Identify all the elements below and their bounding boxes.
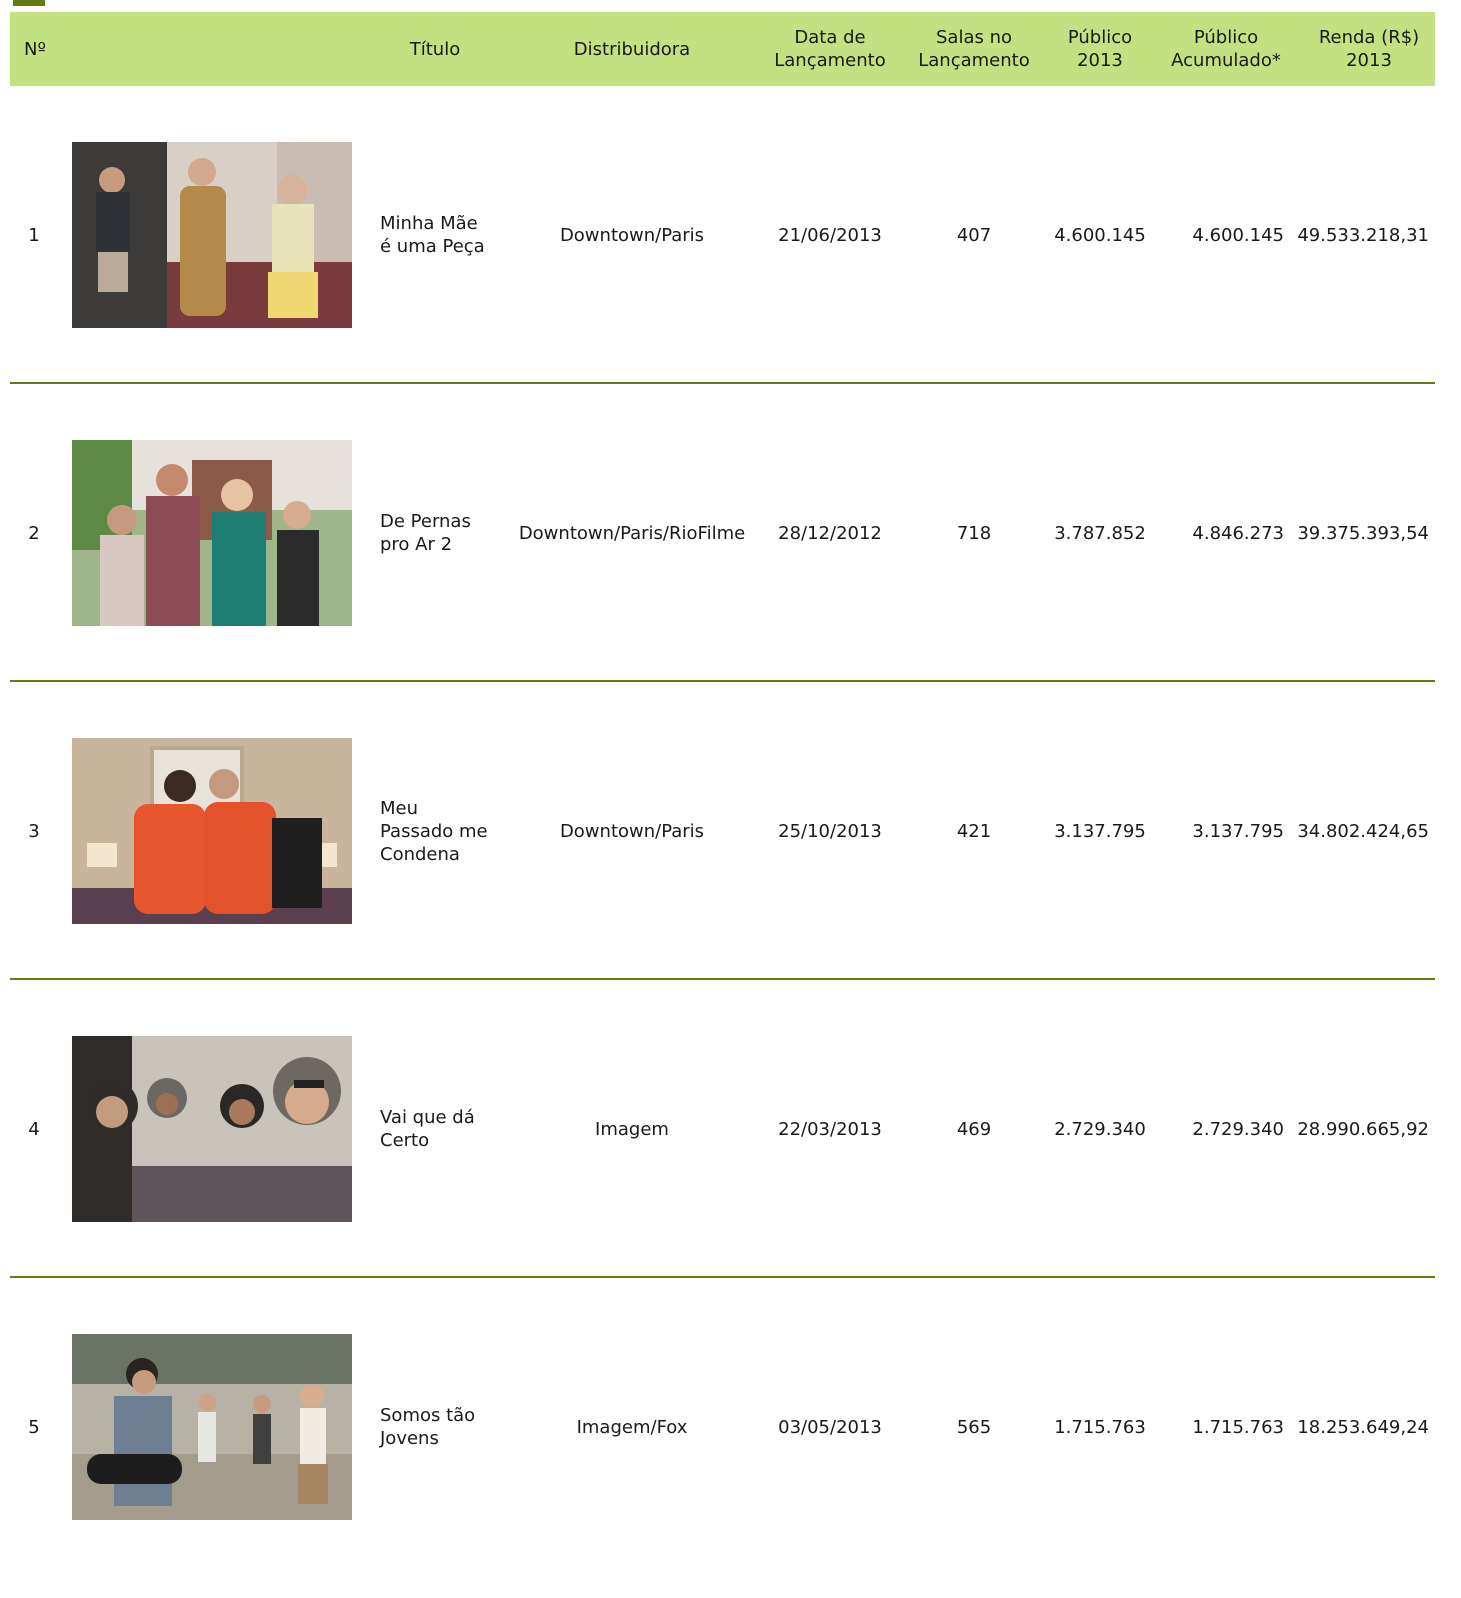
row-publico-2013: 2.729.340 [1054,1118,1146,1140]
row-titulo: Minha Mãe é uma Peça [380,213,485,257]
row-publico-2013: 4.600.145 [1054,224,1146,246]
row-data-lancamento: 25/10/2013 [778,820,882,842]
row-num: 5 [28,1416,40,1438]
row-titulo: De Pernas pro Ar 2 [380,511,471,555]
table-row: 5 Somos tão Jovens Imagem/Fox 03/05/2013… [10,1278,1435,1576]
row-renda: 49.533.218,31 [1297,224,1429,246]
film-still-minha-mae-e-uma-peca [72,142,352,328]
row-data-lancamento: 21/06/2013 [778,224,882,246]
film-still-meu-passado-me-condena-picture [72,738,352,924]
row-publico-acumulado: 2.729.340 [1192,1118,1284,1140]
film-still-de-pernas-pro-ar-2-picture [72,440,352,626]
row-publico-acumulado: 3.137.795 [1192,820,1284,842]
table-row: 2 De Pernas pro Ar 2 Downtown/Paris/RioF… [10,384,1435,682]
row-distribuidora: Imagem [595,1118,669,1140]
film-still-vai-que-da-certo-picture [72,1036,352,1222]
row-salas: 718 [956,522,992,544]
header-salas: Salas no Lançamento [918,27,1030,71]
row-renda: 39.375.393,54 [1297,522,1429,544]
row-num: 1 [28,224,40,246]
row-salas: 565 [956,1416,992,1438]
row-num: 4 [28,1118,40,1140]
row-publico-2013: 3.787.852 [1054,522,1146,544]
row-publico-acumulado: 4.846.273 [1192,522,1284,544]
row-salas: 421 [956,820,992,842]
row-distribuidora: Imagem/Fox [576,1416,688,1438]
row-data-lancamento: 03/05/2013 [778,1416,882,1438]
table-row: 1 Minha Mãe é uma Peça Downtown/Paris 21… [10,86,1435,384]
row-num: 2 [28,522,40,544]
row-num: 3 [28,820,40,842]
row-publico-2013: 3.137.795 [1054,820,1146,842]
row-publico-acumulado: 4.600.145 [1192,224,1284,246]
header-publico-2013: Público 2013 [1067,27,1133,71]
film-still-somos-tao-jovens [72,1334,352,1520]
row-titulo: Somos tão Jovens [380,1405,476,1449]
row-publico-2013: 1.715.763 [1054,1416,1146,1438]
header-titulo: Título [409,38,461,60]
row-salas: 469 [956,1118,992,1140]
header-renda: Renda (R$) 2013 [1318,27,1420,71]
header-distribuidora: Distribuidora [573,38,691,60]
header-num: Nº [24,38,46,60]
film-still-meu-passado-me-condena [72,738,352,924]
row-data-lancamento: 22/03/2013 [778,1118,882,1140]
table-header: Nº Título Distribuidora Data de Lançamen… [10,12,1435,86]
row-renda: 34.802.424,65 [1297,820,1429,842]
film-still-de-pernas-pro-ar-2 [72,440,352,626]
table-row: 4 Vai que dá Certo Imagem 22/03/2013 469… [10,980,1435,1278]
row-publico-acumulado: 1.715.763 [1192,1416,1284,1438]
row-titulo: Meu Passado me Condena [380,797,488,865]
film-still-minha-mae-e-uma-peca-picture [72,142,352,328]
row-titulo: Vai que dá Certo [380,1107,475,1151]
row-salas: 407 [956,224,992,246]
row-renda: 18.253.649,24 [1297,1416,1429,1438]
row-data-lancamento: 28/12/2012 [778,522,882,544]
table-row: 3 Meu Passado me Condena Downtown/Paris … [10,682,1435,980]
header-publico-acumulado: Público Acumulado* [1171,27,1281,71]
row-distribuidora: Downtown/Paris/RioFilme [518,522,746,544]
row-distribuidora: Downtown/Paris [559,820,705,842]
film-still-somos-tao-jovens-picture [72,1334,352,1520]
row-renda: 28.990.665,92 [1297,1118,1429,1140]
row-distribuidora: Downtown/Paris [559,224,705,246]
film-still-vai-que-da-certo [72,1036,352,1222]
corner-accent [13,0,45,6]
header-data-lancamento: Data de Lançamento [774,27,886,71]
